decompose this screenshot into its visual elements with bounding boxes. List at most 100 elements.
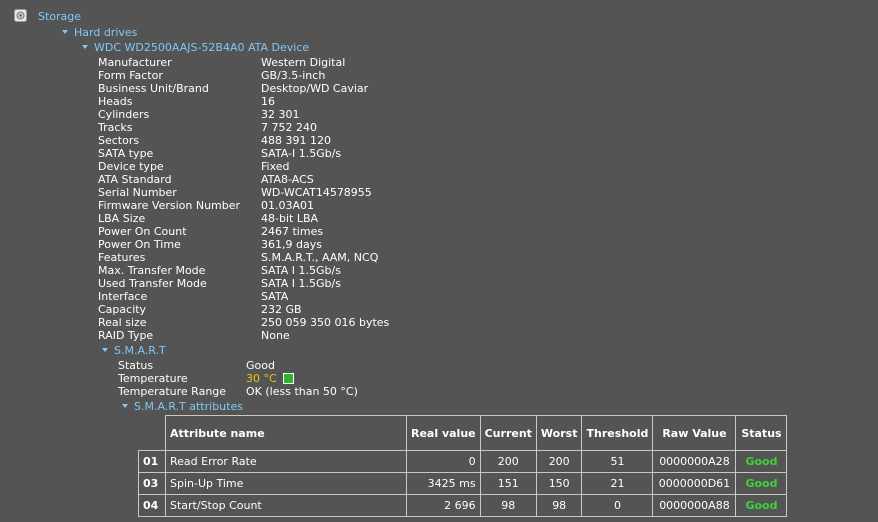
cell-raw-value: 0000000A28 bbox=[652, 450, 737, 473]
header-raw-value[interactable]: Raw Value bbox=[652, 415, 737, 451]
header-real-value[interactable]: Real value bbox=[406, 415, 481, 451]
property-value: S.M.A.R.T., AAM, NCQ bbox=[261, 251, 379, 264]
expand-caret-icon[interactable] bbox=[102, 348, 108, 352]
property-value: 2467 times bbox=[261, 225, 324, 238]
smart-temperature-value: 30 °C bbox=[246, 372, 277, 385]
header-threshold[interactable]: Threshold bbox=[581, 415, 654, 451]
property-value: 488 391 120 bbox=[261, 134, 331, 147]
property-value: 32 301 bbox=[261, 108, 300, 121]
cell-threshold: 21 bbox=[581, 472, 654, 495]
header-status[interactable]: Status bbox=[735, 415, 788, 451]
property-value: SATA I 1.5Gb/s bbox=[261, 264, 341, 277]
property-value: 232 GB bbox=[261, 303, 302, 316]
expand-caret-icon[interactable] bbox=[62, 30, 68, 34]
tree-node-smart-attributes-label: S.M.A.R.T attributes bbox=[134, 400, 243, 413]
header-id bbox=[138, 415, 166, 451]
property-label: SATA type bbox=[98, 147, 154, 160]
header-attribute-name[interactable]: Attribute name bbox=[165, 415, 407, 451]
tree-node-hard-drives[interactable]: Hard drives bbox=[62, 26, 137, 39]
property-label: Heads bbox=[98, 95, 133, 108]
property-label: Device type bbox=[98, 160, 164, 173]
cell-attribute-name: Read Error Rate bbox=[165, 450, 407, 473]
smart-attributes-table: Attribute name Real value Current Worst … bbox=[138, 415, 788, 517]
property-label: Sectors bbox=[98, 134, 140, 147]
table-header-row: Attribute name Real value Current Worst … bbox=[138, 415, 788, 451]
header-worst[interactable]: Worst bbox=[535, 415, 583, 451]
cell-real-value: 2 696 bbox=[406, 494, 481, 517]
cell-id: 01 bbox=[138, 450, 166, 473]
tree-node-device-label: WDC WD2500AAJS-52B4A0 ATA Device bbox=[94, 41, 310, 54]
property-label: Manufacturer bbox=[98, 56, 172, 69]
cell-worst: 200 bbox=[535, 450, 583, 473]
cell-current: 98 bbox=[479, 494, 537, 517]
tree-node-storage[interactable]: Storage bbox=[38, 10, 81, 23]
property-value: Fixed bbox=[261, 160, 290, 173]
property-value: 01.03A01 bbox=[261, 199, 315, 212]
property-value: SATA bbox=[261, 290, 289, 303]
tree-node-smart-attributes[interactable]: S.M.A.R.T attributes bbox=[122, 400, 243, 413]
property-value: 7 752 240 bbox=[261, 121, 317, 134]
property-value: 16 bbox=[261, 95, 275, 108]
property-value: Western Digital bbox=[261, 56, 346, 69]
table-row[interactable]: 01 Read Error Rate 0 200 200 51 0000000A… bbox=[138, 450, 788, 473]
storage-icon bbox=[14, 9, 27, 22]
temperature-indicator-icon bbox=[282, 372, 294, 384]
cell-current: 200 bbox=[479, 450, 537, 473]
property-label: Capacity bbox=[98, 303, 147, 316]
property-label: Tracks bbox=[98, 121, 133, 134]
property-value: SATA I 1.5Gb/s bbox=[261, 277, 341, 290]
smart-temperature: 30 °C bbox=[246, 372, 294, 385]
property-label: LBA Size bbox=[98, 212, 146, 225]
table-row[interactable]: 04 Start/Stop Count 2 696 98 98 0 000000… bbox=[138, 494, 788, 517]
property-label: Features bbox=[98, 251, 146, 264]
cell-threshold: 0 bbox=[581, 494, 654, 517]
cell-worst: 98 bbox=[535, 494, 583, 517]
cell-threshold: 51 bbox=[581, 450, 654, 473]
smart-status-label: Status bbox=[118, 359, 154, 372]
header-current[interactable]: Current bbox=[479, 415, 537, 451]
property-value: GB/3.5-inch bbox=[261, 69, 326, 82]
smart-temperature-range-value: OK (less than 50 °C) bbox=[246, 385, 358, 398]
smart-status-value: Good bbox=[246, 359, 275, 372]
cell-status: Good bbox=[735, 494, 788, 517]
property-value: None bbox=[261, 329, 290, 342]
cell-status: Good bbox=[735, 472, 788, 495]
expand-caret-icon[interactable] bbox=[82, 45, 88, 49]
property-value: WD-WCAT14578955 bbox=[261, 186, 372, 199]
tree-node-hard-drives-label: Hard drives bbox=[74, 26, 138, 39]
property-label: Real size bbox=[98, 316, 147, 329]
property-label: Max. Transfer Mode bbox=[98, 264, 206, 277]
property-value: 250 059 350 016 bytes bbox=[261, 316, 390, 329]
cell-raw-value: 0000000D61 bbox=[652, 472, 737, 495]
property-value: ATA8-ACS bbox=[261, 173, 314, 186]
property-label: Power On Time bbox=[98, 238, 181, 251]
property-value: Desktop/WD Caviar bbox=[261, 82, 369, 95]
cell-id: 04 bbox=[138, 494, 166, 517]
property-label: Used Transfer Mode bbox=[98, 277, 207, 290]
cell-worst: 150 bbox=[535, 472, 583, 495]
property-label: Power On Count bbox=[98, 225, 187, 238]
cell-current: 151 bbox=[479, 472, 537, 495]
cell-id: 03 bbox=[138, 472, 166, 495]
property-label: Cylinders bbox=[98, 108, 150, 121]
property-label: Form Factor bbox=[98, 69, 163, 82]
property-value: 48-bit LBA bbox=[261, 212, 319, 225]
tree-node-smart[interactable]: S.M.A.R.T bbox=[102, 344, 166, 357]
property-label: Business Unit/Brand bbox=[98, 82, 209, 95]
expand-caret-icon[interactable] bbox=[122, 404, 128, 408]
tree-node-device[interactable]: WDC WD2500AAJS-52B4A0 ATA Device bbox=[82, 41, 309, 54]
tree-node-storage-label: Storage bbox=[38, 10, 82, 23]
cell-attribute-name: Spin-Up Time bbox=[165, 472, 407, 495]
tree-node-smart-label: S.M.A.R.T bbox=[114, 344, 166, 357]
property-value: SATA-I 1.5Gb/s bbox=[261, 147, 342, 160]
cell-raw-value: 0000000A88 bbox=[652, 494, 737, 517]
cell-status: Good bbox=[735, 450, 788, 473]
property-label: Serial Number bbox=[98, 186, 177, 199]
smart-temperature-label: Temperature bbox=[118, 372, 188, 385]
smart-temperature-range-label: Temperature Range bbox=[118, 385, 227, 398]
property-label: Firmware Version Number bbox=[98, 199, 241, 212]
cell-attribute-name: Start/Stop Count bbox=[165, 494, 407, 517]
property-label: RAID Type bbox=[98, 329, 154, 342]
table-row[interactable]: 03 Spin-Up Time 3425 ms 151 150 21 00000… bbox=[138, 472, 788, 495]
property-label: ATA Standard bbox=[98, 173, 172, 186]
